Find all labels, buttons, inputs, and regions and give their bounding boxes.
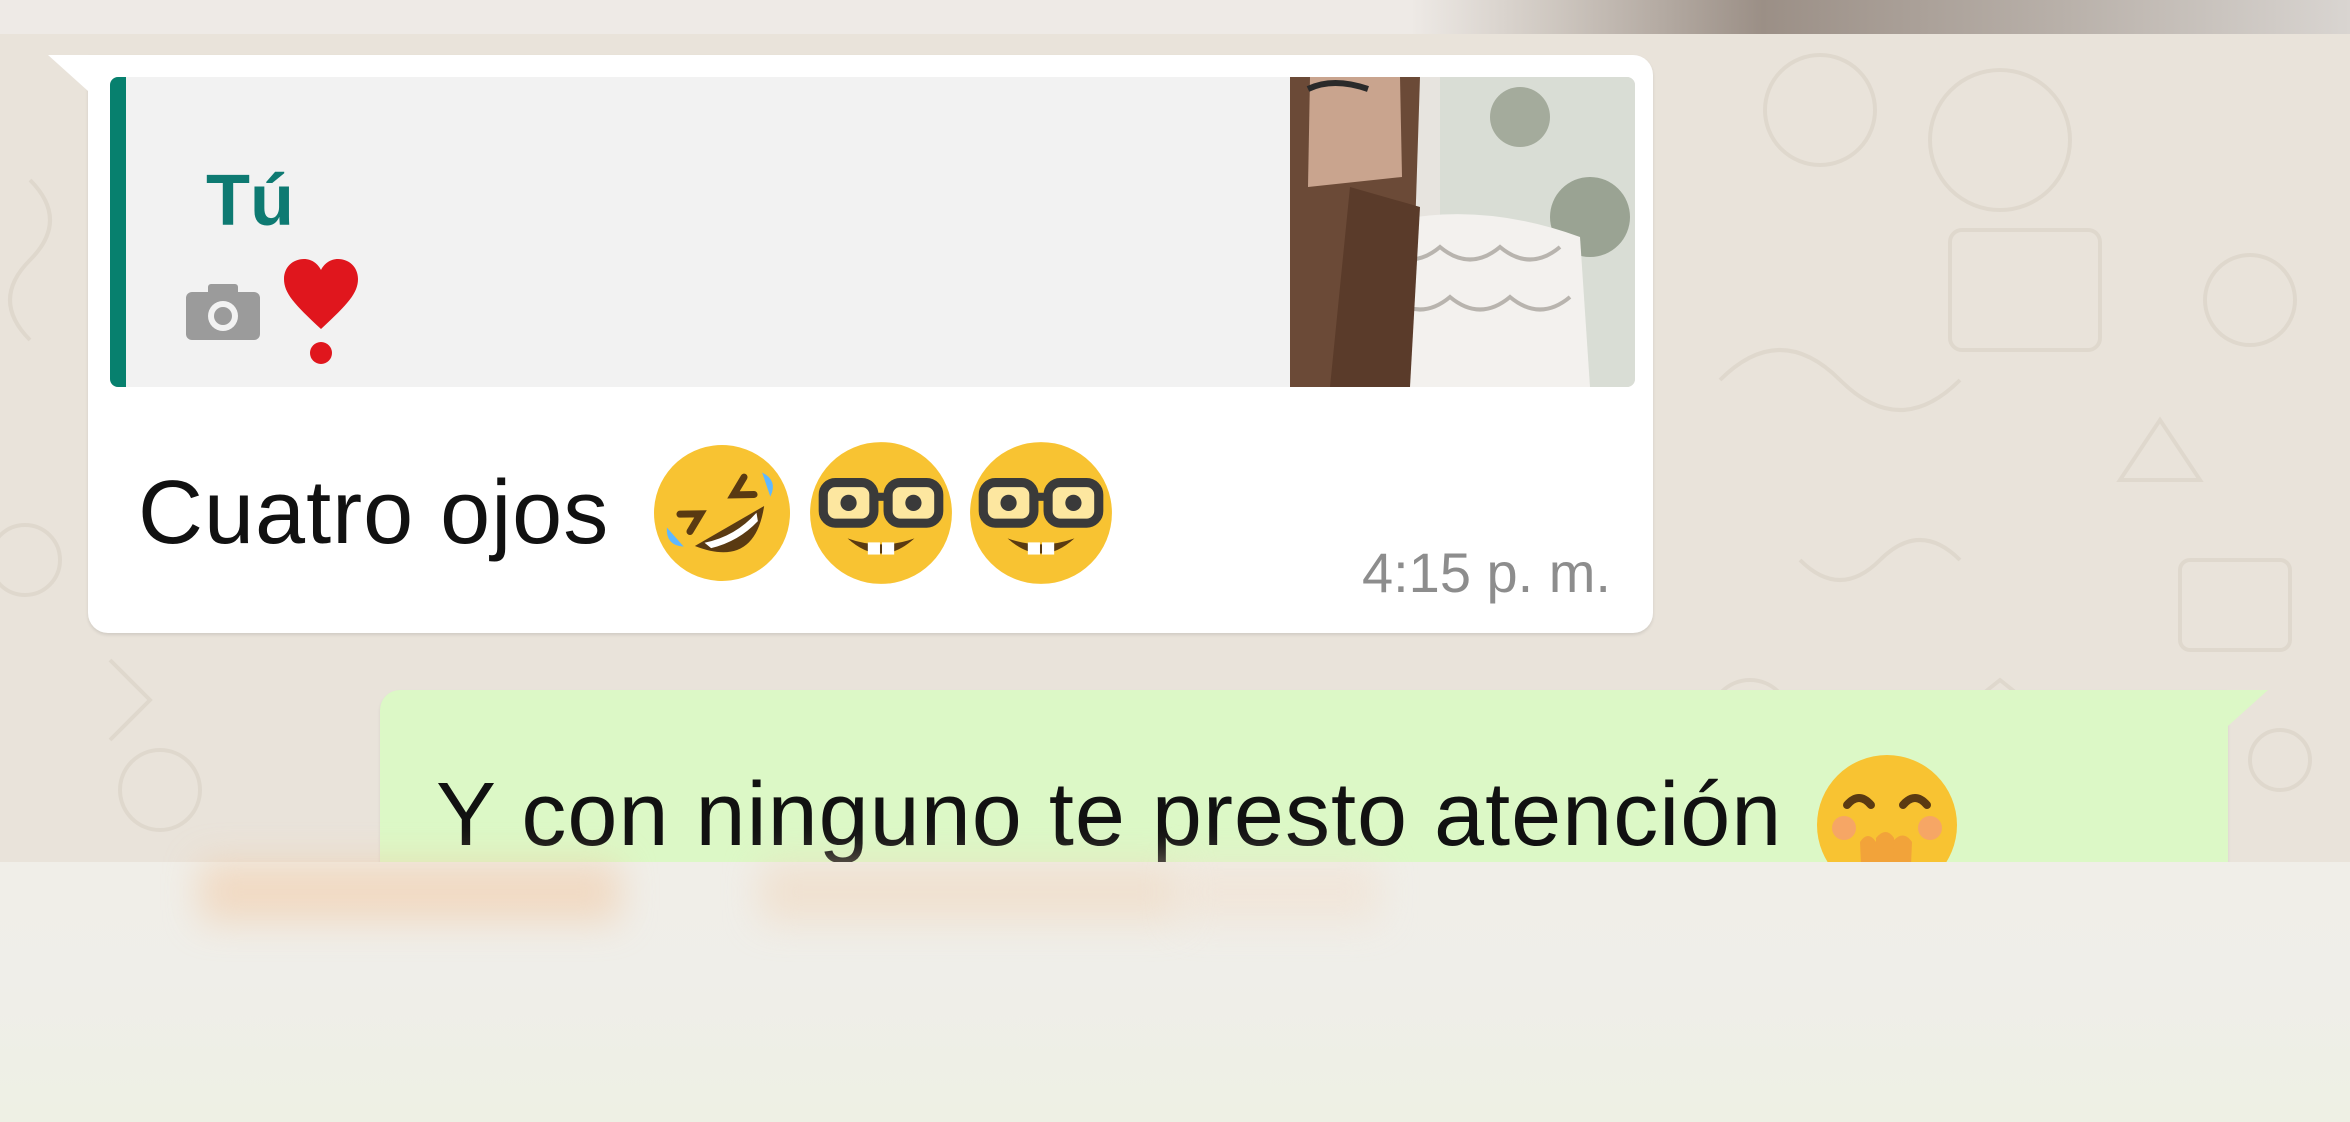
outgoing-message-bubble[interactable]: Y con ninguno te presto atención	[380, 690, 2268, 862]
quoted-message[interactable]: Tú	[110, 77, 1635, 387]
incoming-message-text: Cuatro ojos	[138, 462, 610, 563]
quoted-photo-thumbnail[interactable]	[1290, 77, 1635, 387]
top-strip	[0, 0, 2350, 34]
incoming-message-row: Cuatro ojos	[138, 437, 1117, 589]
camera-icon	[186, 284, 260, 340]
nerd-face-icon	[970, 442, 1113, 584]
incoming-message-timestamp: 4:15 p. m.	[1361, 541, 1611, 604]
incoming-bubble-tail	[48, 55, 88, 91]
quote-accent-bar	[110, 77, 126, 387]
chat-area[interactable]: Tú Cuatro ojos 4:15 p. m. Y con ninguno …	[0, 0, 2350, 862]
incoming-message-bubble[interactable]: Tú Cuatro ojos 4:15 p. m.	[48, 55, 1653, 633]
blurred-bottom-region	[0, 862, 2350, 1122]
outgoing-message-text: Y con ninguno te presto atención	[436, 764, 1783, 863]
outgoing-message-row: Y con ninguno te presto atención	[436, 730, 1962, 862]
hand-over-mouth-icon	[1817, 755, 1958, 862]
nerd-face-icon	[810, 442, 953, 584]
quote-meta	[184, 259, 358, 365]
outgoing-bubble-tail	[2228, 690, 2268, 726]
rolling-on-floor-laughing-icon	[654, 445, 791, 581]
heart-exclamation-icon	[284, 259, 358, 364]
quote-author: Tú	[206, 161, 294, 241]
